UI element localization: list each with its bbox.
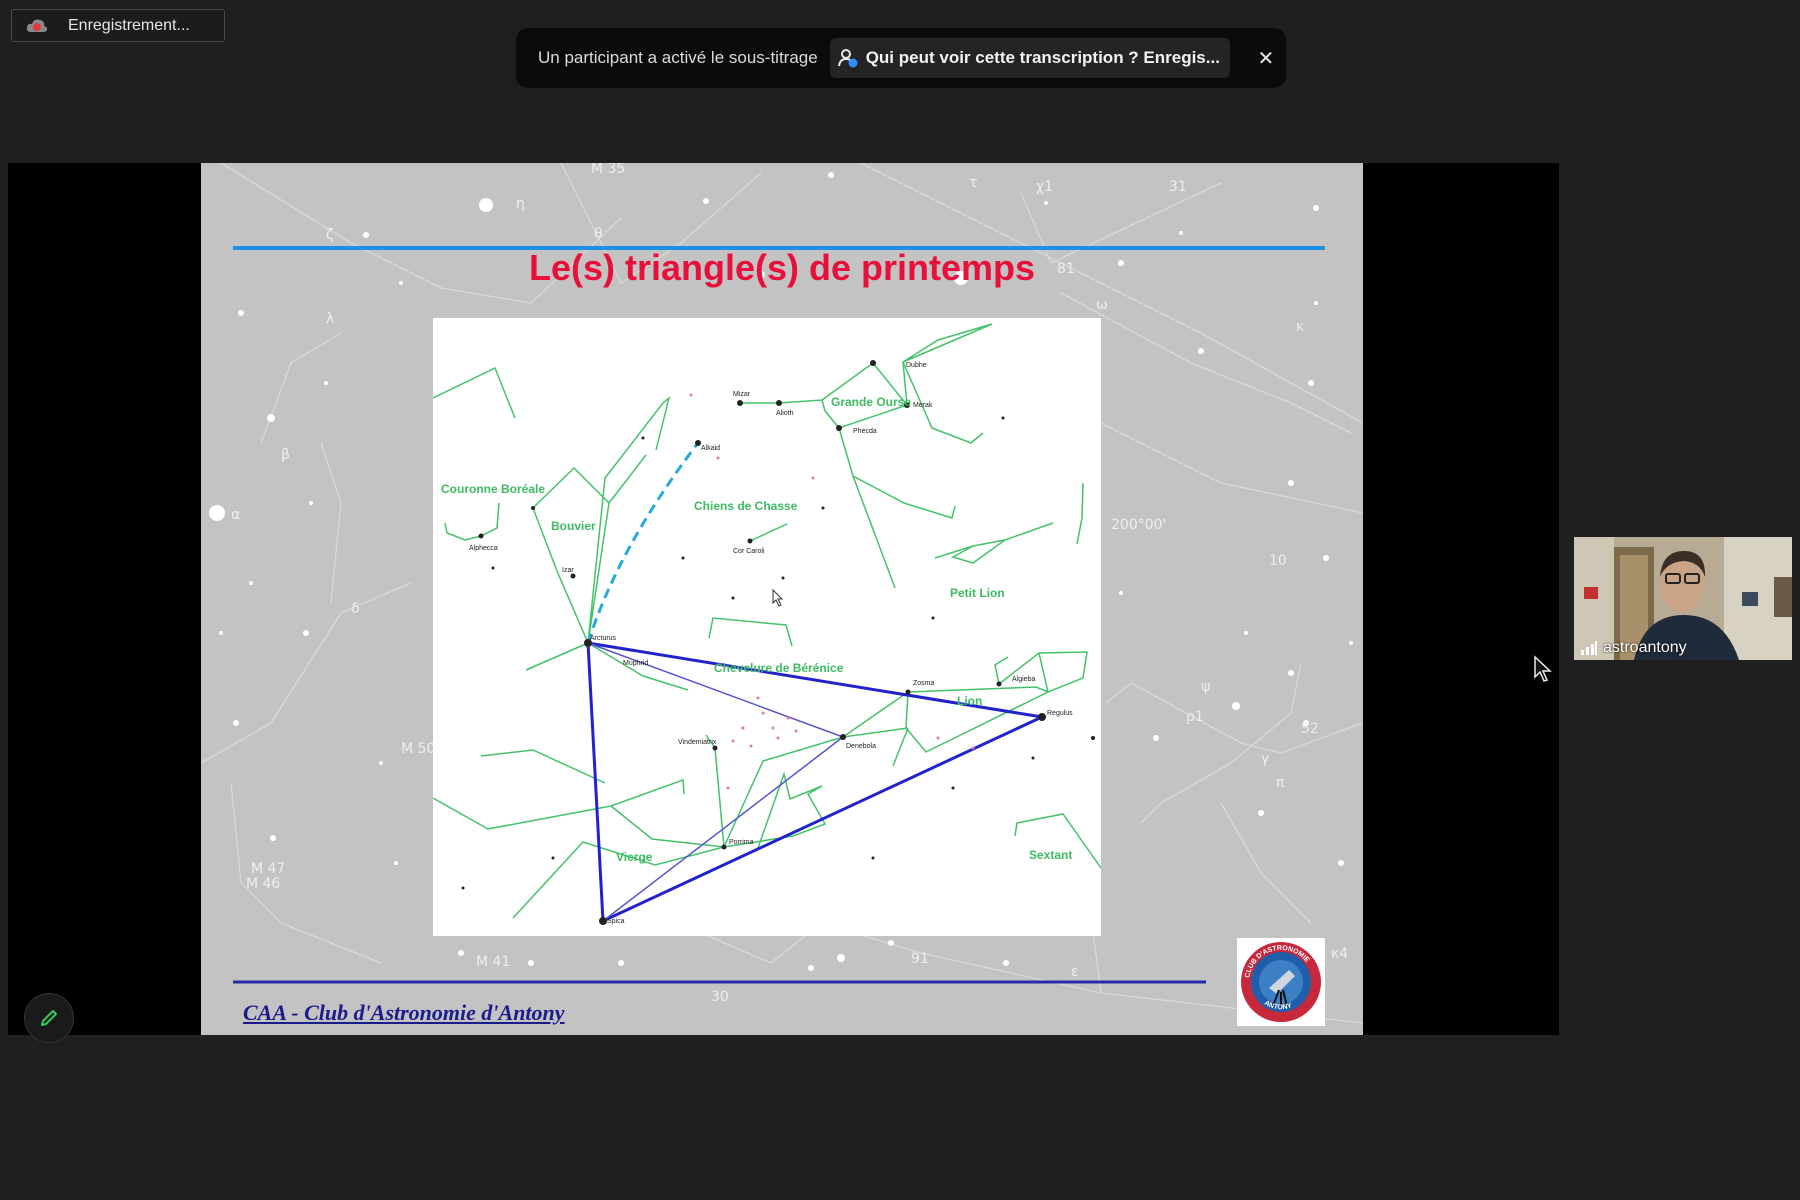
bg-label: ρ1 [1186,709,1204,725]
star-label: Izar [562,567,574,574]
constellation-label: Petit Lion [950,586,1005,600]
recording-label: Enregistrement... [68,16,190,34]
close-icon[interactable]: ✕ [1256,46,1276,71]
bg-label: 10 [1269,553,1287,569]
bg-label: η [516,196,525,212]
annotate-button[interactable] [24,993,74,1043]
constellation-label: Vierge [616,850,653,864]
constellation-label: Lion [957,694,982,708]
bg-label: θ [594,226,603,242]
constellation-label: Chevelure de Bérénice [714,661,844,675]
star-label: Phecda [853,428,877,435]
recording-indicator[interactable]: Enregistrement... [11,9,225,42]
star-map-drawing: Couronne Boréale Bouvier Chiens de Chass… [432,323,1102,925]
star-label: Merak [913,402,933,409]
bg-label: ω [1096,297,1108,313]
bg-label: κ [1296,319,1304,335]
signal-bars-icon [1581,641,1597,655]
star-label: Regulus [1047,710,1073,717]
star-map: Couronne Boréale Bouvier Chiens de Chass… [432,318,1102,936]
constellation-label: Grande Ourse [831,395,911,409]
club-logo: CLUB D'ASTRONOMIE ANTONY [1237,938,1325,1026]
star-label: Arcturus [590,635,617,642]
pencil-icon [41,1010,57,1026]
bg-label: M 35 [591,163,625,177]
bg-label: 200°00' [1111,517,1166,533]
participant-name: astroantony [1603,639,1687,656]
bg-label: δ [351,601,360,617]
cursor-in-map-icon [772,588,784,607]
telescope-logo-icon: CLUB D'ASTRONOMIE ANTONY [1241,942,1321,1022]
transcript-visibility-button[interactable]: Qui peut voir cette transcription ? Enre… [829,38,1230,78]
caption-message: Un participant a activé le sous-titrage [538,48,818,67]
slide-footer: CAA - Club d'Astronomie d'Antony [243,1000,565,1025]
bg-label: γ [1261,751,1269,767]
star-label: Dubhe [906,362,927,369]
constellation-label: Couronne Boréale [441,482,545,496]
constellation-label: Sextant [1029,848,1072,862]
star-label: Muphrid [623,660,648,667]
bg-label: κ4 [1331,946,1348,962]
star-label: Alioth [776,410,794,417]
bg-label: 52 [1301,721,1319,737]
star-label: Alphecca [469,545,498,552]
star-label: Porrima [729,839,754,846]
bg-label: M 50 [401,741,435,757]
star-label: Algieba [1012,676,1035,683]
bg-label: 30 [711,989,729,1005]
participant-video-tile[interactable]: astroantony [1574,537,1792,660]
star-label: Alkaid [701,445,720,452]
constellation-label: Chiens de Chasse [694,499,798,513]
star-label: Vindemiatrix [678,739,717,746]
bg-label: M 46 [246,876,280,892]
participant-name-tag: astroantony [1580,639,1687,657]
presentation-slide: M 35 M 50 M 41 M 47 M 46 200°00' 10 α δ … [201,163,1363,1035]
bg-label: α [231,507,240,523]
mouse-cursor-icon [1534,655,1552,682]
bg-label: λ [326,311,334,327]
caption-banner: Un participant a activé le sous-titrage … [516,28,1286,88]
star-label: Cor Caroli [733,548,765,555]
bg-label: χ1 [1036,179,1053,195]
bg-label: ψ [1201,679,1210,695]
constellation-label: Bouvier [551,519,596,533]
bg-label: ζ [326,227,334,243]
bg-label: 31 [1169,179,1187,195]
bg-label: β [281,447,290,463]
slide-title: Le(s) triangle(s) de printemps [528,247,1036,288]
bg-label: M 47 [251,861,285,877]
star-label: Denebola [846,743,876,750]
bg-label: M 41 [476,954,510,970]
star-label: Zosma [913,680,935,687]
bg-label: ε [1071,964,1079,980]
star-label: Spica [607,918,625,925]
transcript-visibility-label: Qui peut voir cette transcription ? Enre… [865,48,1220,67]
cloud-record-icon [26,19,48,32]
person-info-icon [837,49,858,68]
bg-label: τ [969,175,977,191]
bg-label: π [1276,775,1285,791]
bg-label: 91 [911,951,929,967]
star-label: Mizar [733,391,751,398]
